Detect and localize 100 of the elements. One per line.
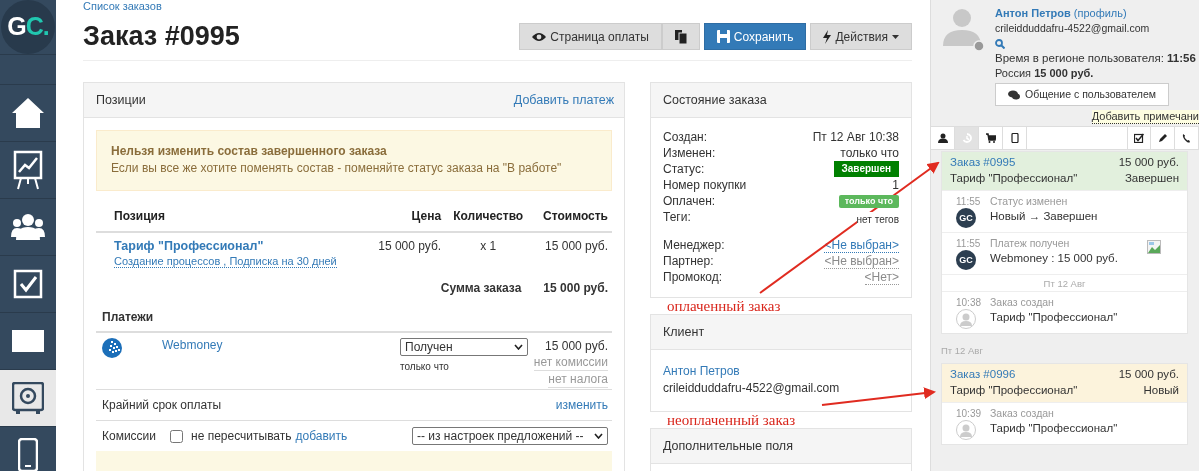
- safe-icon[interactable]: [12, 382, 44, 414]
- order-amount: 15 000 руб.: [1118, 155, 1179, 170]
- annotation-text: неоплаченный заказ: [666, 411, 797, 429]
- client-name-link[interactable]: Антон Петров: [663, 363, 740, 380]
- tablet-icon: [1009, 133, 1020, 143]
- recalculate-checkbox[interactable]: [170, 429, 184, 443]
- add-link[interactable]: добавить: [295, 427, 348, 445]
- section-title: Платежи: [102, 310, 154, 324]
- event-title: Статус изменен: [990, 195, 1069, 208]
- logo-avatar: GC: [956, 250, 976, 270]
- page-title: Заказ #0995: [83, 20, 240, 53]
- field-value: только что: [840, 145, 899, 161]
- people-icon[interactable]: [11, 213, 45, 241]
- panel-tab[interactable]: [1127, 127, 1151, 149]
- logo: GC.: [1, 0, 55, 54]
- sidebar-item[interactable]: [0, 369, 56, 426]
- chart-board-icon[interactable]: [13, 150, 43, 190]
- alert-title: Нельзя изменить состав завершенного заказа: [111, 143, 388, 160]
- history-icon: [961, 133, 972, 143]
- mobile-phone-icon[interactable]: [18, 438, 38, 471]
- event-time: 11:55: [956, 237, 978, 250]
- globe-icon: [102, 338, 122, 358]
- annotation-text: оплаченный заказ: [666, 297, 782, 315]
- event-text: Новый → Завершен: [990, 209, 1098, 224]
- field-label: Оплачен:: [663, 193, 716, 209]
- payment-page-button[interactable]: Страница оплаты: [519, 23, 662, 50]
- breadcrumb-link[interactable]: Список заказов: [83, 0, 162, 13]
- client-email: crileidduddafru-4522@gmail.com: [663, 380, 841, 397]
- copy-button[interactable]: [661, 23, 700, 50]
- phone-icon: [1181, 133, 1192, 143]
- column-header: Стоимость: [531, 203, 612, 232]
- event-title: Платеж получен: [990, 237, 1071, 250]
- price-text: 15 000 руб.: [378, 239, 442, 253]
- sidebar-item[interactable]: [0, 426, 56, 471]
- order-product: Тариф "Профессионал": [950, 382, 1078, 398]
- commission-link[interactable]: нет комиссии: [533, 355, 608, 371]
- field-label: Промокод:: [663, 269, 723, 285]
- payment-amount: 15 000 руб.: [544, 338, 608, 354]
- profile-link[interactable]: (профиль): [1073, 7, 1127, 19]
- user-name-link[interactable]: Антон Петров: [995, 7, 1071, 19]
- user-silhouette-icon: [941, 6, 987, 52]
- field-link[interactable]: <Нет>: [864, 269, 899, 285]
- status-badge: Завершен: [833, 161, 899, 177]
- home-icon[interactable]: [10, 95, 46, 131]
- total-label: Сумма заказа: [440, 281, 522, 295]
- field-label: Менеджер:: [663, 237, 725, 253]
- panel-title: Состояние заказа: [663, 91, 767, 109]
- chat-bubbles-icon: [1008, 89, 1020, 100]
- user-email: crileidduddafru-4522@gmail.com: [995, 21, 1151, 36]
- pencil-icon: [1157, 133, 1168, 143]
- product-link[interactable]: Тариф "Профессионал": [114, 239, 363, 254]
- alert-text: Если вы все же хотите поменять состав - поменяйте статус заказа на "В работе": [111, 160, 563, 177]
- event-title: Заказ создан: [990, 406, 1055, 420]
- eye-icon: [532, 31, 547, 42]
- deadline-label: Крайний срок оплаты: [102, 397, 222, 414]
- order-status: Новый: [1143, 382, 1179, 398]
- date-separator: Пт 12 Авг: [941, 345, 983, 357]
- order-link[interactable]: Заказ #0995: [950, 155, 1016, 170]
- checkbox-icon: [1134, 133, 1144, 143]
- commissions-label: Комиссии: [102, 428, 157, 445]
- event-title: Заказ создан: [990, 296, 1055, 310]
- panel-title: Позиции: [96, 91, 146, 109]
- actions-dropdown[interactable]: Действия: [810, 23, 912, 50]
- order-link[interactable]: Заказ #0996: [950, 366, 1016, 382]
- cart-icon: [985, 133, 996, 143]
- person-icon: [937, 133, 948, 143]
- panel-title: Дополнительные поля: [663, 437, 793, 455]
- change-link[interactable]: изменить: [555, 396, 608, 414]
- product-details-link[interactable]: Создание процессов , Подписка на 30 дней: [114, 255, 337, 268]
- commission-select[interactable]: -- из настроек предложений --: [412, 427, 608, 445]
- field-value: Пт 12 Авг 10:38: [812, 129, 899, 145]
- payment-method-link[interactable]: Webmoney: [162, 338, 223, 352]
- save-button[interactable]: Сохранить: [703, 23, 807, 50]
- checkbox-icon[interactable]: [13, 269, 43, 299]
- user-avatar-icon: [956, 419, 976, 440]
- copy-icon: [674, 29, 687, 44]
- event-text: Webmoney : 15 000 руб.: [990, 251, 1118, 266]
- status-select[interactable]: Получен: [400, 338, 528, 356]
- date-separator: Пт 12 Авг: [1043, 278, 1086, 289]
- order-status: Завершен: [1124, 171, 1179, 186]
- country-total-text: Россия 15 000 руб.: [995, 66, 1095, 81]
- paid-badge: только что: [838, 194, 899, 208]
- chevron-down-icon: [514, 344, 523, 350]
- field-label: Статус:: [663, 161, 705, 177]
- chat-button[interactable]: Общение с пользователем: [995, 83, 1169, 106]
- column-header: Позиция: [96, 203, 367, 232]
- event-text: Тариф "Профессионал": [990, 420, 1118, 436]
- search-icon[interactable]: [995, 39, 1005, 50]
- tax-link[interactable]: нет налога: [548, 372, 608, 388]
- field-label: Создан:: [663, 129, 708, 145]
- lightning-icon: [823, 29, 832, 44]
- user-avatar-icon: [956, 309, 976, 330]
- quantity-text: x 1: [480, 239, 497, 253]
- logo-avatar: GC: [956, 208, 976, 228]
- order-product: Тариф "Профессионал": [950, 171, 1078, 186]
- add-note-link[interactable]: Добавить примечани: [1091, 110, 1199, 124]
- column-header: Количество: [445, 203, 532, 232]
- field-value: 1: [892, 177, 899, 193]
- event-time: 11:55: [956, 195, 978, 208]
- add-payment-link[interactable]: Добавить платеж: [513, 90, 614, 110]
